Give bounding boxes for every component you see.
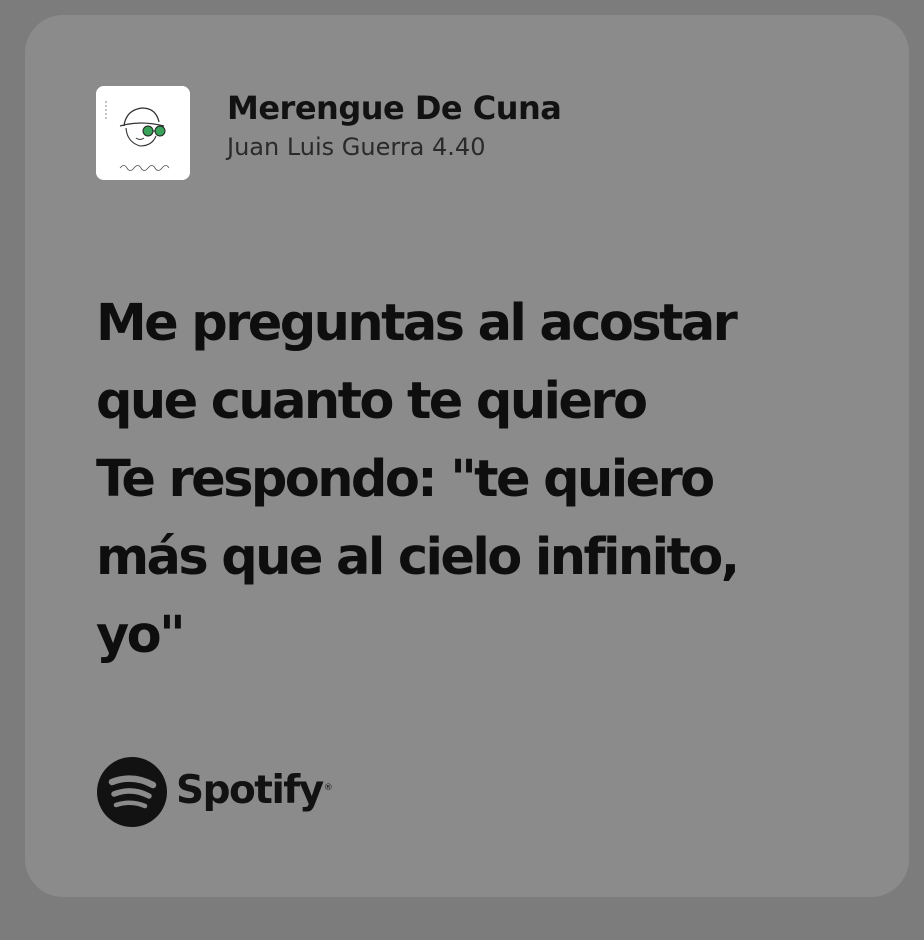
lyric-line: que cuanto te quiero [96,372,648,431]
track-artist: Juan Luis Guerra 4.40 [227,133,486,161]
registered-mark: ® [323,783,333,793]
album-cover-sketch-icon [96,86,190,180]
track-title: Merengue De Cuna [227,89,562,127]
spotify-wordmark: Spotify [176,767,324,813]
lyric-line: Me preguntas al acostar [96,294,738,353]
lyric-line: yo" [96,606,186,665]
spotify-branding: Spotify ® [97,757,333,827]
track-header: Merengue De Cuna Juan Luis Guerra 4.40 [96,86,562,180]
lyric-line: Te respondo: "te quiero [96,450,715,509]
lyric-line: más que al cielo infinito, [96,528,740,587]
track-info: Merengue De Cuna Juan Luis Guerra 4.40 [227,88,562,164]
lyrics-block: Me preguntas al acostar que cuanto te qu… [96,285,886,675]
spotify-logo-icon [97,757,167,827]
lyrics-share-card: Merengue De Cuna Juan Luis Guerra 4.40 M… [25,15,909,897]
album-cover [96,86,190,180]
